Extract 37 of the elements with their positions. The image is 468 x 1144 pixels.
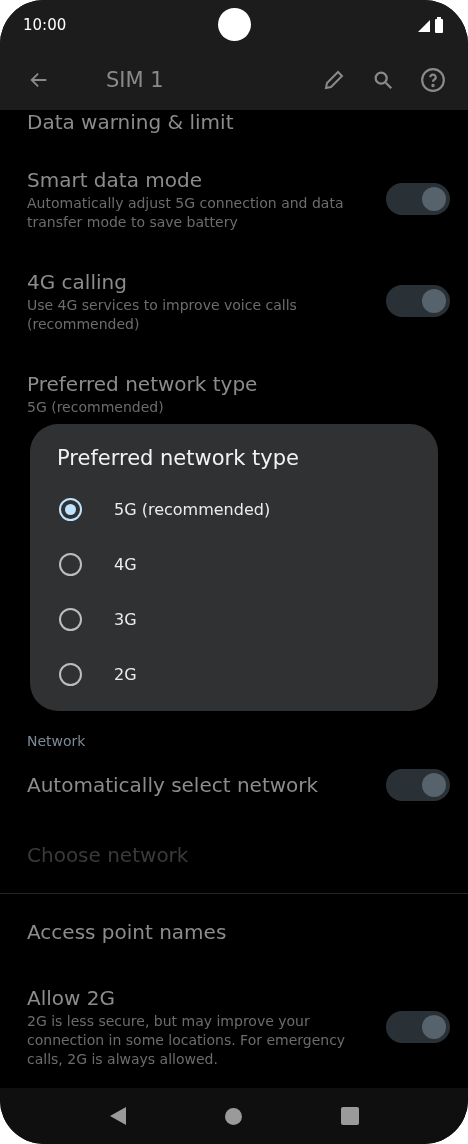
setting-row[interactable]: Access point names (0, 898, 468, 966)
toggle-switch[interactable] (386, 285, 450, 317)
section-header: Network (26, 733, 87, 749)
recents-nav-icon[interactable] (340, 1107, 359, 1125)
setting-title: 4G calling (27, 269, 128, 296)
toggle-switch[interactable] (386, 769, 450, 801)
network-option[interactable]: 5G (recommended) (57, 482, 438, 537)
network-option[interactable]: 4G (57, 537, 438, 592)
setting-title: Allow 2G (27, 985, 116, 1012)
setting-title: Choose network (27, 842, 190, 869)
network-option[interactable]: 3G (57, 592, 438, 647)
setting-row[interactable]: Automatically select network (0, 749, 468, 821)
signal-battery-icon (416, 16, 446, 34)
dialog-title: Preferred network type (57, 446, 300, 470)
setting-title: Smart data mode (27, 167, 203, 194)
toggle-switch[interactable] (386, 1010, 450, 1043)
setting-title: Data warning & limit (27, 110, 235, 136)
setting-summary: Use 4G services to improve voice calls (recommended) (27, 296, 298, 334)
setting-summary: Automatically adjust 5G connection and data transfer mode to save battery (27, 194, 345, 232)
home-nav-icon[interactable] (225, 1107, 243, 1125)
setting-row[interactable]: Allow 2G 2G is less secure, but may improve your connection in some locations. For emergency calls, 2G is always allowed. (0, 966, 468, 1087)
radio-button[interactable] (59, 663, 82, 686)
radio-button[interactable] (59, 553, 82, 576)
status-time: 10:00 (23, 16, 67, 34)
back-nav-icon[interactable] (109, 1106, 128, 1126)
radio-button[interactable] (59, 498, 82, 521)
setting-title: Access point names (27, 919, 228, 946)
camera-cutout (218, 8, 251, 41)
setting-row[interactable]: 4G calling Use 4G services to improve voice calls (recommended) (0, 250, 468, 352)
toggle-switch[interactable] (386, 183, 450, 215)
network-option[interactable]: 2G (57, 647, 438, 702)
radio-button[interactable] (59, 608, 82, 631)
setting-title: Automatically select network (27, 772, 320, 799)
setting-summary: 2G is less secure, but may improve your connection in some locations. For emergency calls, 2G is always allowed. (27, 1012, 347, 1069)
setting-title: Preferred network type (27, 371, 259, 398)
setting-summary: 5G (recommended) (27, 398, 165, 417)
page-title: SIM 1 (106, 68, 165, 92)
